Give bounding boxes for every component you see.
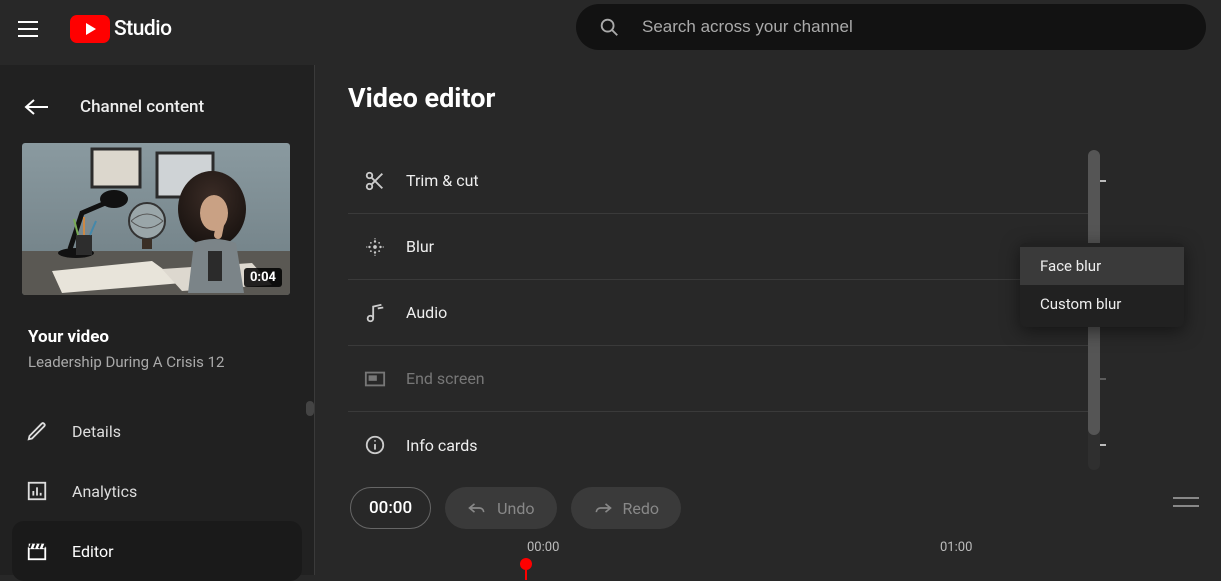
sidebar-item-label: Analytics — [72, 482, 137, 501]
blur-menu: Face blur Custom blur — [1020, 243, 1184, 327]
row-trim-cut[interactable]: Trim & cut — [348, 148, 1088, 214]
blur-icon — [364, 236, 406, 258]
sidebar: Channel content — [0, 65, 315, 575]
end-screen-icon — [364, 370, 406, 388]
youtube-play-icon — [70, 15, 110, 43]
hamburger-menu-button[interactable] — [18, 17, 42, 41]
thumbnail-duration: 0:04 — [244, 268, 282, 287]
channel-content-label: Channel content — [80, 97, 204, 117]
row-blur[interactable]: Blur — [348, 214, 1088, 280]
tick-label: 00:00 — [527, 540, 559, 555]
scissors-icon — [364, 170, 406, 192]
row-label: Trim & cut — [406, 171, 479, 190]
search-input[interactable] — [642, 17, 1184, 37]
redo-button[interactable]: Redo — [571, 487, 682, 529]
row-label: Info cards — [406, 436, 477, 455]
topbar: Studio — [0, 0, 1221, 57]
sidebar-item-editor[interactable]: Editor — [12, 521, 302, 581]
undo-icon — [467, 500, 487, 516]
studio-logo[interactable]: Studio — [70, 15, 172, 43]
sidebar-item-label: Details — [72, 422, 121, 441]
sidebar-item-details[interactable]: Details — [0, 401, 314, 461]
sidebar-item-label: Editor — [72, 542, 113, 561]
pencil-icon — [26, 420, 72, 442]
redo-label: Redo — [623, 499, 660, 518]
timeline-controls: 00:00 Undo Redo — [350, 483, 1209, 533]
music-note-icon — [364, 302, 406, 324]
video-thumbnail[interactable]: 0:04 — [22, 143, 290, 295]
info-icon — [364, 434, 406, 456]
clapperboard-icon — [26, 540, 72, 562]
back-arrow-icon — [24, 98, 52, 116]
back-to-channel-content[interactable]: Channel content — [0, 79, 314, 135]
sidebar-scrollbar[interactable] — [306, 401, 314, 416]
search-bar[interactable] — [576, 4, 1206, 50]
timeline-drag-handle-icon[interactable] — [1173, 493, 1209, 511]
row-audio[interactable]: Audio — [348, 280, 1088, 346]
your-video-label: Your video — [28, 327, 314, 347]
search-icon — [598, 16, 620, 38]
tick-label: 01:00 — [940, 540, 972, 555]
menu-item-face-blur[interactable]: Face blur — [1020, 247, 1184, 285]
row-label: Audio — [406, 303, 447, 322]
sidebar-item-analytics[interactable]: Analytics — [0, 461, 314, 521]
video-title: Leadership During A Crisis 12 — [28, 353, 314, 371]
menu-item-custom-blur[interactable]: Custom blur — [1020, 285, 1184, 323]
sidebar-nav: Details Analytics — [0, 401, 314, 581]
redo-icon — [593, 500, 613, 516]
row-label: Blur — [406, 237, 434, 256]
row-info-cards[interactable]: Info cards — [348, 412, 1088, 478]
row-end-screen: End screen — [348, 346, 1088, 412]
editor-rows: Trim & cut Blur — [348, 148, 1088, 478]
undo-button[interactable]: Undo — [445, 487, 556, 529]
timeline[interactable]: 00:00 01:00 — [350, 540, 1209, 575]
undo-label: Undo — [497, 499, 534, 518]
logo-text: Studio — [114, 17, 172, 41]
row-label: End screen — [406, 369, 485, 388]
time-display[interactable]: 00:00 — [350, 487, 431, 529]
page-title: Video editor — [348, 82, 1221, 114]
analytics-icon — [26, 480, 72, 502]
playhead-marker[interactable] — [520, 558, 532, 570]
